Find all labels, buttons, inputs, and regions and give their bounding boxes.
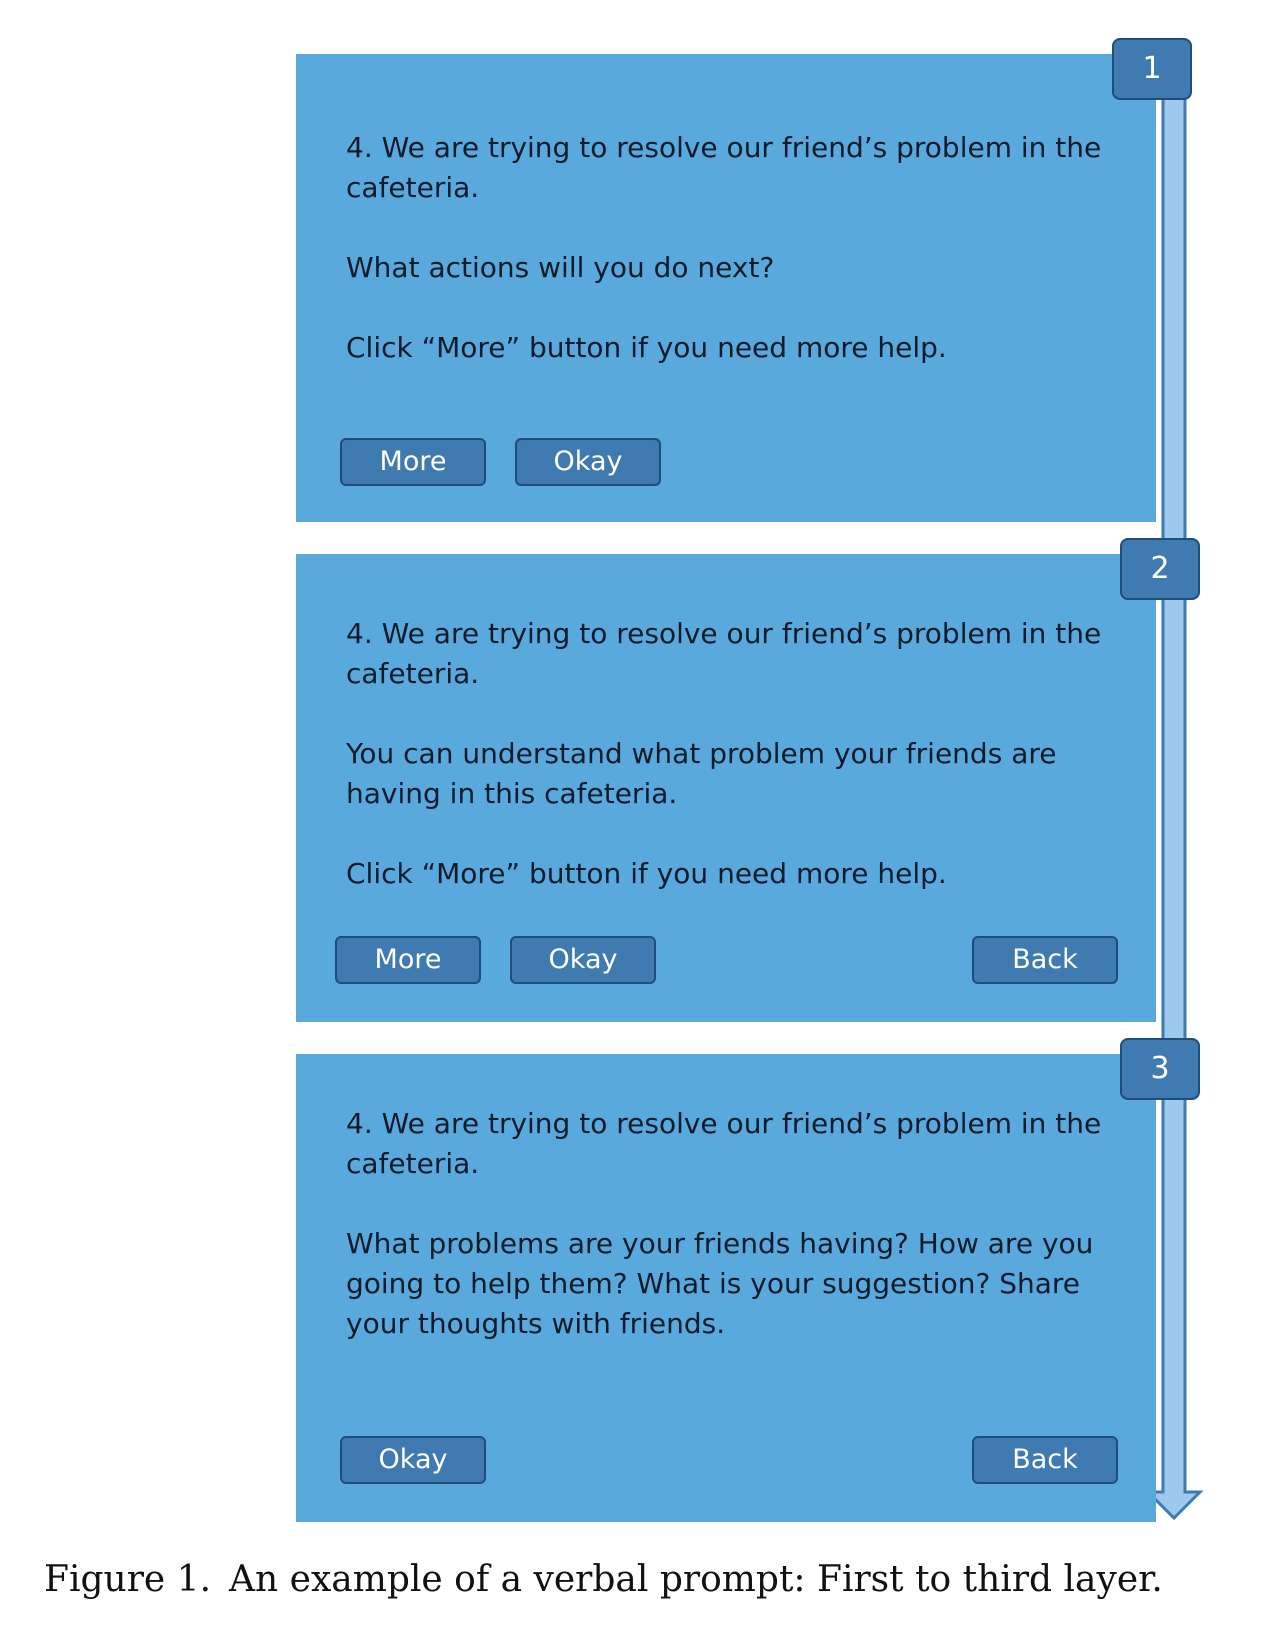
prompt-text: 4. We are trying to resolve our friend’s… — [346, 1104, 1116, 1344]
back-button[interactable]: Back — [972, 1436, 1118, 1484]
layer-badge-1: 1 — [1112, 38, 1192, 100]
prompt-instruction: Click “More” button if you need more hel… — [346, 331, 947, 364]
prompt-question: 4. We are trying to resolve our friend’s… — [346, 617, 1102, 690]
prompt-text: 4. We are trying to resolve our friend’s… — [346, 128, 1116, 368]
prompt-hint: You can understand what problem your fri… — [346, 737, 1057, 810]
prompt-question: 4. We are trying to resolve our friend’s… — [346, 1107, 1102, 1180]
prompt-instruction: Click “More” button if you need more hel… — [346, 857, 947, 890]
prompt-hint: What problems are your friends having? H… — [346, 1227, 1094, 1340]
prompt-panel-layer-1: 4. We are trying to resolve our friend’s… — [296, 54, 1156, 522]
figure-caption: Figure 1. An example of a verbal prompt: … — [44, 1558, 1163, 1602]
okay-button[interactable]: Okay — [340, 1436, 486, 1484]
back-button[interactable]: Back — [972, 936, 1118, 984]
prompt-panel-layer-3: 4. We are trying to resolve our friend’s… — [296, 1054, 1156, 1522]
figure-label: Figure 1. — [44, 1559, 212, 1600]
figure-caption-text: An example of a verbal prompt: First to … — [229, 1559, 1163, 1600]
prompt-text: 4. We are trying to resolve our friend’s… — [346, 614, 1116, 894]
layer-badge-2: 2 — [1120, 538, 1200, 600]
okay-button[interactable]: Okay — [510, 936, 656, 984]
prompt-panel-layer-2: 4. We are trying to resolve our friend’s… — [296, 554, 1156, 1022]
more-button[interactable]: More — [340, 438, 486, 486]
more-button[interactable]: More — [335, 936, 481, 984]
okay-button[interactable]: Okay — [515, 438, 661, 486]
layer-badge-3: 3 — [1120, 1038, 1200, 1100]
prompt-hint: What actions will you do next? — [346, 251, 775, 284]
prompt-question: 4. We are trying to resolve our friend’s… — [346, 131, 1102, 204]
